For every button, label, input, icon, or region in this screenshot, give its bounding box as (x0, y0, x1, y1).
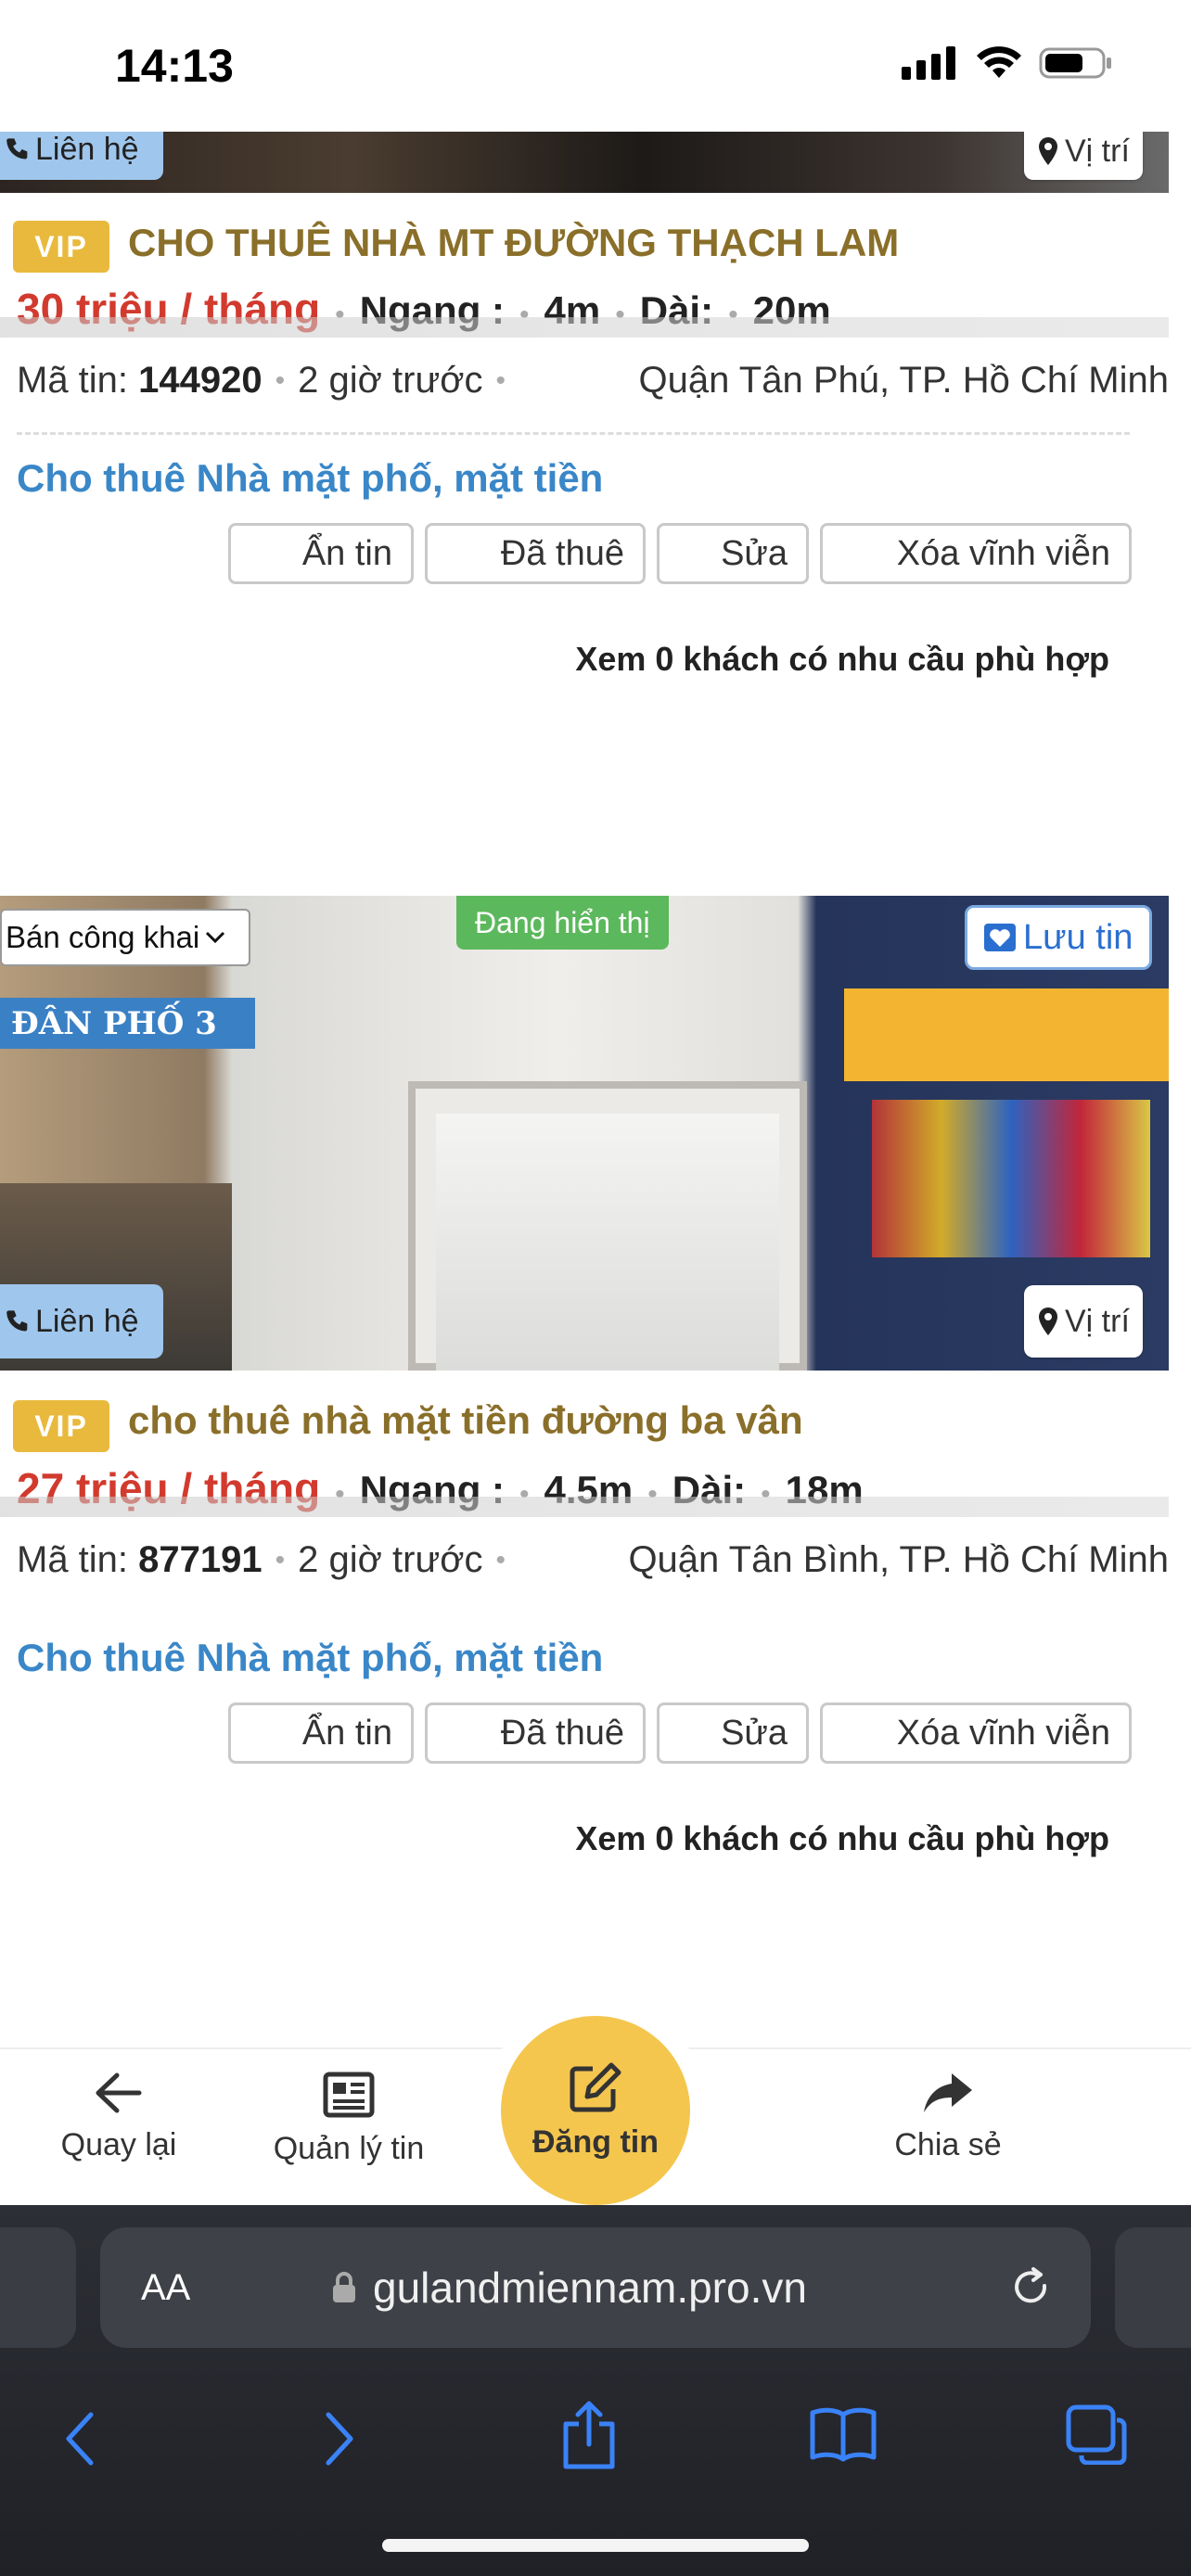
category-link[interactable]: Cho thuê Nhà mặt phố, mặt tiền (17, 1636, 603, 1680)
status-bar: 14:13 (0, 0, 1191, 132)
delete-permanently-button[interactable]: Xóa vĩnh viễn (820, 1702, 1132, 1764)
listing-title[interactable]: CHO THUÊ NHÀ MT ĐƯỜNG THẠCH LAM (128, 221, 899, 265)
code-label: Mã tin: (17, 1539, 129, 1580)
heart-icon (984, 924, 1016, 951)
location-label: Vị trí (1065, 133, 1130, 169)
meta-row: Mã tin: 144920 • 2 giờ trước • Quận Tân … (17, 360, 1169, 401)
map-pin-icon (1039, 137, 1057, 165)
post-listing-button[interactable]: Đăng tin (501, 2016, 690, 2205)
battery-icon (1039, 47, 1111, 79)
status-time: 14:13 (115, 40, 234, 92)
next-tab-preview[interactable] (1115, 2227, 1191, 2348)
edit-icon (570, 2062, 621, 2111)
back-nav-item[interactable]: Quay lại (41, 2049, 197, 2163)
listing-location: Quận Tân Phú, TP. Hồ Chí Minh (638, 360, 1169, 401)
arrow-left-icon (96, 2072, 142, 2113)
location-label: Vị trí (1065, 1303, 1130, 1339)
edit-button[interactable]: Sửa (657, 1702, 809, 1764)
tabs-icon[interactable] (1065, 2404, 1130, 2465)
visibility-select-value: Bán công khai (6, 920, 200, 954)
vip-badge: VIP (13, 1400, 109, 1452)
wifi-icon (977, 46, 1021, 78)
back-label: Quay lại (60, 2127, 177, 2162)
browser-chrome: AA gulandmiennam.pro.vn (0, 2205, 1191, 2576)
divider (0, 317, 1169, 338)
url-display[interactable]: gulandmiennam.pro.vn (332, 2263, 807, 2313)
share-label: Chia sẻ (894, 2127, 1002, 2162)
visibility-select[interactable]: Bán công khai (0, 909, 250, 966)
mark-rented-button[interactable]: Đã thuê (425, 523, 646, 584)
divider (0, 1497, 1169, 1517)
status-chip: Đang hiển thị (456, 896, 669, 950)
posted-time: 2 giờ trước (298, 360, 483, 401)
home-indicator[interactable] (382, 2539, 809, 2552)
posted-time: 2 giờ trước (298, 1539, 483, 1580)
category-link[interactable]: Cho thuê Nhà mặt phố, mặt tiền (17, 456, 603, 501)
save-listing-button[interactable]: Lưu tin (965, 905, 1153, 970)
share-arrow-icon (924, 2073, 972, 2112)
delete-permanently-button[interactable]: Xóa vĩnh viễn (820, 523, 1132, 584)
mark-rented-button[interactable]: Đã thuê (425, 1702, 646, 1764)
post-label: Đăng tin (532, 2123, 659, 2160)
photo-sign-text: ĐÂN PHỐ 3 (0, 998, 255, 1049)
phone-icon (6, 138, 28, 159)
code-label: Mã tin: (17, 360, 129, 401)
hide-listing-button[interactable]: Ẩn tin (228, 523, 414, 584)
address-bar[interactable]: AA gulandmiennam.pro.vn (100, 2227, 1091, 2348)
manage-listings-nav-item[interactable]: Quản lý tin (256, 2049, 442, 2167)
url-text: gulandmiennam.pro.vn (373, 2264, 807, 2312)
map-pin-icon (1039, 1307, 1057, 1335)
forward-icon[interactable] (321, 2409, 358, 2468)
listing-location: Quận Tân Bình, TP. Hồ Chí Minh (628, 1539, 1169, 1580)
manage-label: Quản lý tin (273, 2131, 425, 2166)
action-row: Ẩn tin Đã thuê Sửa Xóa vĩnh viễn (228, 523, 1132, 584)
contact-label: Liên hệ (35, 1303, 139, 1339)
listing-code: 877191 (138, 1539, 263, 1580)
listing-title[interactable]: cho thuê nhà mặt tiền đường ba vân (128, 1398, 803, 1443)
vip-badge: VIP (13, 221, 109, 273)
matching-customers-link[interactable]: Xem 0 khách có nhu cầu phù hợp (575, 1819, 1109, 1858)
meta-row: Mã tin: 877191 • 2 giờ trước • Quận Tân … (17, 1539, 1169, 1580)
contact-label: Liên hệ (35, 131, 139, 167)
phone-icon (6, 1310, 28, 1332)
listing-photo[interactable] (0, 132, 1169, 193)
dashed-divider (17, 432, 1130, 435)
reader-options-button[interactable]: AA (141, 2267, 190, 2309)
contact-button[interactable]: Liên hệ (0, 1284, 163, 1358)
location-button[interactable]: Vị trí (1024, 1285, 1143, 1358)
status-icons (902, 46, 1113, 80)
edit-button[interactable]: Sửa (657, 523, 809, 584)
bookmarks-icon[interactable] (809, 2405, 877, 2463)
hide-listing-button[interactable]: Ẩn tin (228, 1702, 414, 1764)
chevron-down-icon (206, 931, 225, 944)
save-label: Lưu tin (1023, 917, 1133, 957)
reload-icon[interactable] (1009, 2265, 1054, 2310)
matching-customers-link[interactable]: Xem 0 khách có nhu cầu phù hợp (575, 640, 1109, 679)
newspaper-icon (323, 2072, 375, 2118)
back-icon[interactable] (61, 2409, 98, 2468)
cellular-signal-icon (902, 46, 955, 80)
action-row: Ẩn tin Đã thuê Sửa Xóa vĩnh viễn (228, 1702, 1132, 1764)
lock-icon (333, 2272, 355, 2302)
previous-tab-preview[interactable] (0, 2227, 76, 2348)
listing-code: 144920 (138, 360, 263, 401)
share-nav-item[interactable]: Chia sẻ (863, 2049, 1033, 2163)
browser-toolbar (0, 2381, 1191, 2511)
share-icon[interactable] (560, 2400, 618, 2470)
